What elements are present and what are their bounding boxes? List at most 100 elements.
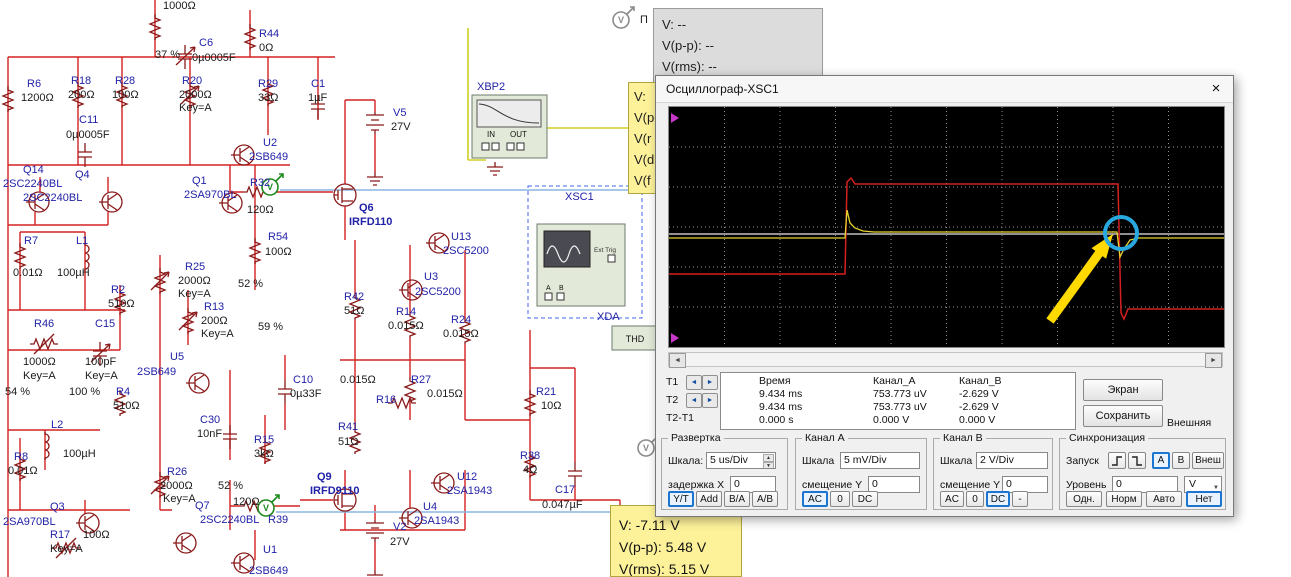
svg-text:V: V <box>618 15 624 25</box>
channel-a-title: Канал A <box>802 432 848 444</box>
channel-a-coupling-button[interactable]: 0 <box>830 491 850 507</box>
channel-b-scale-input[interactable]: 2 V/Div <box>976 452 1048 469</box>
measurement-time: 0.000 s <box>759 414 794 426</box>
oscilloscope-window: Осциллограф-XSC1 × ◄ ► T1 ◄ ► T2 ◄ ► T2-… <box>655 75 1234 517</box>
trigger-unit-value: V <box>1189 478 1197 490</box>
measurement-row: 9.434 ms 753.773 uV -2.629 V <box>721 388 1075 401</box>
svg-text:V: V <box>267 182 273 192</box>
scroll-right-button[interactable]: ► <box>1205 353 1222 368</box>
timebase-group: Развертка Шкала: 5 us/Div ▲ ▼ задержка X… <box>661 432 788 510</box>
measurement-channel-b: 0.000 V <box>959 414 996 426</box>
timebase-title: Развертка <box>668 432 724 444</box>
probe-readout-line: V(rms): 5.15 V <box>619 561 710 577</box>
trigger-mode-button[interactable]: Одн. <box>1066 491 1102 507</box>
cursor-t2-label: T2 <box>666 394 679 406</box>
close-button[interactable]: × <box>1199 76 1233 101</box>
xbp2-in-label: IN <box>487 130 495 139</box>
title-bar[interactable]: Осциллограф-XSC1 × <box>656 76 1233 103</box>
measurement-time: 9.434 ms <box>759 388 803 400</box>
timebase-scale-value: 5 us/Div <box>710 454 748 466</box>
header-time: Время <box>759 375 791 387</box>
measurement-channel-b: -2.629 V <box>959 388 999 400</box>
channel-marker-bottom[interactable] <box>671 333 679 343</box>
channel-b-coupling-button[interactable]: - <box>1012 491 1028 507</box>
channel-b-group: Канал B Шкала 2 V/Div смещение Y 0 AC 0 … <box>933 432 1053 510</box>
probe-icon-top[interactable]: V <box>612 6 635 29</box>
t1-right-button[interactable]: ► <box>702 375 718 390</box>
measurement-channel-a: 753.773 uV <box>873 388 927 400</box>
probe-readout-line: V: -- <box>662 17 687 32</box>
trigger-mode-button[interactable]: Авто <box>1146 491 1182 507</box>
trigger-group: Синхронизация Запуск A B Внеш Уровень 0 … <box>1059 432 1226 510</box>
trigger-falling-edge-button[interactable] <box>1128 452 1146 469</box>
app: IN OUT Ext Trig A B THD V V V V 1000Ω C6… <box>0 0 1291 577</box>
trigger-level-label: Уровень <box>1066 479 1107 491</box>
svg-text:V: V <box>643 443 649 453</box>
channel-a-scale-label: Шкала <box>802 455 835 467</box>
channel-a-scale-input[interactable]: 5 mV/Div <box>840 452 920 469</box>
measurement-time: 9.434 ms <box>759 401 803 413</box>
channel-a-group: Канал A Шкала 5 mV/Div смещение Y 0 AC 0… <box>795 432 927 510</box>
measurement-table: Время Канал_A Канал_B 9.434 ms 753.773 u… <box>720 372 1076 430</box>
xsc1-a-label: A <box>546 285 551 292</box>
trigger-source-button[interactable]: Внеш <box>1192 452 1224 469</box>
schematic-wires <box>7 0 621 577</box>
channel-a-coupling-button[interactable]: AC <box>802 491 828 507</box>
screen-button[interactable]: Экран <box>1083 379 1163 401</box>
header-channel-b: Канал_B <box>959 375 1002 387</box>
thd-icon[interactable]: THD <box>611 325 659 351</box>
highlight-circle-annotation <box>1103 215 1139 251</box>
spin-up-button[interactable]: ▲ <box>763 454 774 462</box>
measurement-row: 9.434 ms 753.773 uV -2.629 V <box>721 401 1075 414</box>
trigger-rising-edge-button[interactable] <box>1108 452 1126 469</box>
timebase-mode-button[interactable]: Add <box>696 491 722 507</box>
probe-readout-line: V: -7.11 V <box>619 517 680 533</box>
measurement-header-row: Время Канал_A Канал_B <box>721 375 1075 388</box>
trigger-start-label: Запуск <box>1066 455 1099 467</box>
thd-label: THD <box>626 334 645 344</box>
xbp2-out-label: OUT <box>510 130 527 139</box>
timebase-mode-button[interactable]: Y/T <box>668 491 694 507</box>
external-label: Внешняя <box>1167 417 1212 429</box>
timebase-scale-input[interactable]: 5 us/Div ▲ ▼ <box>706 452 776 469</box>
xbp2-icon[interactable]: IN OUT <box>471 94 548 159</box>
xsc1-icon[interactable]: Ext Trig A B <box>536 223 626 307</box>
scope-display[interactable] <box>668 106 1225 348</box>
measurement-channel-b: -2.629 V <box>959 401 999 413</box>
channel-b-coupling-button[interactable]: DC <box>986 491 1010 507</box>
probe-readout-line: V(rms): -- <box>662 59 717 74</box>
timebase-mode-button[interactable]: B/A <box>724 491 750 507</box>
arrow-annotation-shaft <box>1046 249 1104 324</box>
channel-marker-top[interactable] <box>671 113 679 123</box>
t2-right-button[interactable]: ► <box>702 393 718 408</box>
channel-b-offset-label: смещение Y <box>940 479 1001 491</box>
t2-left-button[interactable]: ◄ <box>686 393 702 408</box>
channel-b-scale-label: Шкала <box>940 455 973 467</box>
measurement-channel-a: 753.773 uV <box>873 401 927 413</box>
trigger-mode-button[interactable]: Нет <box>1186 491 1222 507</box>
trigger-source-button[interactable]: A <box>1152 452 1170 469</box>
spin-down-button[interactable]: ▼ <box>763 462 774 468</box>
timebase-mode-button[interactable]: A/B <box>752 491 778 507</box>
channel-a-offset-label: смещение Y <box>802 479 863 491</box>
falling-edge-icon <box>1132 455 1142 466</box>
channel-b-coupling-button[interactable]: 0 <box>966 491 984 507</box>
measurement-channel-a: 0.000 V <box>873 414 910 426</box>
timebase-scale-label: Шкала: <box>668 455 704 467</box>
channel-b-coupling-button[interactable]: AC <box>940 491 964 507</box>
measurement-row: 0.000 s 0.000 V 0.000 V <box>721 414 1075 427</box>
channel-a-coupling-button[interactable]: DC <box>852 491 878 507</box>
scope-grid <box>669 107 1224 347</box>
scope-scrollbar[interactable]: ◄ ► <box>668 352 1223 368</box>
window-title: Осциллограф-XSC1 <box>666 82 779 96</box>
scroll-left-button[interactable]: ◄ <box>669 353 686 368</box>
probe-readout-line: V(p-p): 5.48 V <box>619 539 707 555</box>
channel-b-title: Канал B <box>940 432 986 444</box>
t1-left-button[interactable]: ◄ <box>686 375 702 390</box>
rising-edge-icon <box>1112 455 1122 466</box>
header-channel-a: Канал_A <box>873 375 916 387</box>
xsc1-b-label: B <box>559 285 564 292</box>
trigger-mode-button[interactable]: Норм <box>1106 491 1142 507</box>
trigger-source-button[interactable]: B <box>1172 452 1190 469</box>
save-button[interactable]: Сохранить <box>1083 405 1163 427</box>
